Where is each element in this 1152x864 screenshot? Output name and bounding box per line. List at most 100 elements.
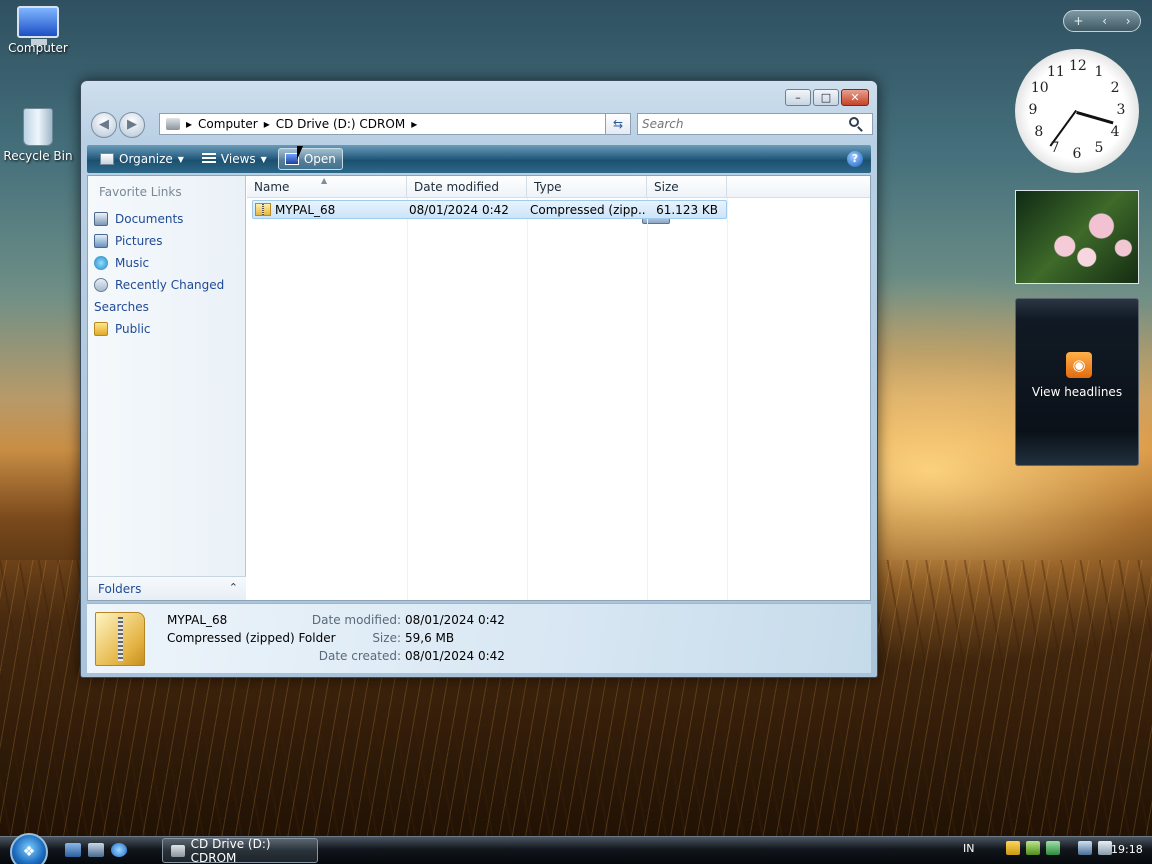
nav-link-documents[interactable]: Documents — [94, 208, 224, 230]
nav-link-label: Searches — [94, 300, 149, 314]
details-pane: MYPAL_68 Compressed (zipped) Folder Date… — [87, 603, 871, 673]
windows-logo-icon: ❖ — [22, 844, 36, 860]
file-list: ▲ Name Date modified Type Size MYPAL_68 0… — [247, 176, 870, 600]
file-type: Compressed (zipp... — [530, 202, 646, 217]
next-page-button[interactable]: › — [1126, 14, 1131, 28]
taskbar-button-label: CD Drive (D:) CDROM — [190, 836, 271, 864]
breadcrumb-cd-drive[interactable]: CD Drive (D:) CDROM — [276, 117, 405, 131]
forward-button[interactable]: ▶ — [119, 112, 145, 138]
help-icon[interactable]: ? — [847, 151, 863, 167]
rss-icon: ◉ — [1066, 352, 1092, 378]
folders-toggle[interactable]: Folders ⌃ — [88, 576, 246, 600]
organize-button[interactable]: Organize ▼ — [93, 148, 191, 170]
desktop-icon-computer[interactable]: Computer — [0, 6, 76, 55]
maximize-button[interactable]: □ — [813, 89, 839, 106]
organize-label: Organize — [119, 152, 173, 166]
tray-app-icon[interactable] — [1046, 841, 1060, 855]
column-header-size[interactable]: Size — [647, 176, 727, 198]
show-desktop-icon[interactable] — [65, 843, 81, 857]
desktop-icon-recycle-bin[interactable]: Recycle Bin — [0, 108, 76, 163]
clock-numeral: 7 — [1050, 140, 1060, 157]
cd-drive-icon — [166, 118, 180, 130]
open-button[interactable]: Open — [277, 148, 343, 170]
zip-folder-icon — [95, 612, 145, 666]
nav-link-public[interactable]: Public — [94, 318, 224, 340]
previous-page-button[interactable]: ‹ — [1102, 14, 1107, 28]
taskbar-button-cd-drive[interactable]: CD Drive (D:) CDROM — [162, 836, 318, 864]
nav-link-label: Music — [115, 256, 150, 270]
security-shield-icon[interactable] — [1006, 841, 1020, 855]
chevron-down-icon: ▼ — [260, 154, 267, 164]
nav-link-label: Documents — [115, 212, 184, 226]
documents-icon — [94, 212, 108, 226]
column-header-date-modified[interactable]: Date modified — [407, 176, 527, 198]
column-header-name[interactable]: ▲ Name — [247, 176, 407, 198]
computer-icon — [17, 6, 59, 45]
views-button[interactable]: Views ▼ — [195, 148, 274, 170]
navigation-pane: Favorite Links Documents Pictures Music … — [88, 176, 670, 600]
breadcrumb-separator: ▸ — [186, 117, 193, 131]
nav-link-recently-changed[interactable]: Recently Changed — [94, 274, 224, 296]
clock-numeral: 1 — [1094, 63, 1104, 80]
switch-windows-icon[interactable] — [88, 843, 104, 857]
folder-icon — [94, 322, 108, 336]
file-date-modified: 08/01/2024 0:42 — [409, 202, 509, 217]
cd-drive-icon — [171, 844, 185, 857]
nav-link-label: Public — [115, 322, 151, 336]
start-button[interactable]: ❖ — [10, 833, 48, 864]
column-header-label: Name — [254, 180, 290, 194]
file-name: MYPAL_68 — [275, 202, 336, 217]
clock-numeral: 10 — [1030, 80, 1049, 96]
chevron-up-icon: ⌃ — [228, 581, 238, 594]
nav-link-music[interactable]: Music — [94, 252, 224, 274]
details-prop-value: 59,6 MB — [405, 631, 455, 645]
address-bar[interactable]: ▸ Computer ▸ CD Drive (D:) CDROM ▸ ▼ — [159, 113, 629, 135]
network-icon[interactable] — [1078, 841, 1092, 855]
clock-numeral: 6 — [1072, 146, 1082, 162]
close-button[interactable]: ✕ — [841, 89, 869, 106]
caption-buttons: – □ ✕ — [785, 89, 869, 106]
breadcrumb: ▸ Computer ▸ CD Drive (D:) CDROM ▸ — [166, 117, 417, 131]
back-button[interactable]: ◀ — [91, 112, 117, 138]
update-icon[interactable] — [1026, 841, 1040, 855]
minimize-button[interactable]: – — [785, 89, 811, 106]
refresh-button[interactable]: ⇆ — [605, 113, 631, 135]
favorite-links-list: Documents Pictures Music Recently Change… — [94, 208, 670, 340]
details-prop-key: Size: — [372, 631, 401, 645]
clock-gadget[interactable]: 12 1 2 3 4 5 6 7 8 9 10 11 — [1015, 49, 1139, 173]
file-size: 61.123 KB — [656, 202, 718, 217]
open-label: Open — [303, 152, 336, 166]
details-prop-value: 08/01/2024 0:42 — [405, 649, 505, 663]
breadcrumb-separator: ▸ — [411, 117, 418, 131]
file-name-cell: MYPAL_68 — [253, 203, 408, 217]
music-icon — [94, 256, 108, 270]
clock-numeral: 2 — [1110, 80, 1120, 96]
column-header-type[interactable]: Type — [527, 176, 647, 198]
views-label: Views — [220, 152, 256, 166]
add-gadget-button[interactable]: + — [1073, 14, 1083, 28]
internet-explorer-icon[interactable] — [111, 843, 127, 857]
details-date-created: Date created: 08/01/2024 0:42 — [271, 649, 505, 663]
clock-numeral: 3 — [1116, 102, 1126, 118]
nav-link-searches[interactable]: Searches — [94, 210, 670, 318]
slideshow-gadget[interactable] — [1015, 190, 1139, 284]
column-divider — [647, 198, 648, 600]
language-indicator[interactable]: IN — [963, 842, 974, 855]
pictures-icon — [94, 234, 108, 248]
search-input[interactable] — [637, 113, 873, 135]
volume-muted-icon[interactable] — [1098, 841, 1112, 855]
breadcrumb-computer[interactable]: Computer — [198, 117, 258, 131]
clock-numeral: 4 — [1110, 124, 1120, 140]
column-divider — [407, 198, 408, 600]
details-date-modified: Date modified: 08/01/2024 0:42 — [271, 613, 505, 627]
search-icon[interactable] — [849, 117, 859, 127]
details-prop-key: Date created: — [318, 649, 401, 663]
nav-link-pictures[interactable]: Pictures — [94, 230, 224, 252]
details-prop-key: Date modified: — [311, 613, 401, 627]
column-header-label: Date modified — [414, 180, 500, 194]
column-header-label: Size — [654, 180, 679, 194]
feed-headlines-gadget[interactable]: ◉ View headlines — [1015, 298, 1139, 466]
taskbar-clock[interactable]: 19:18 — [1111, 843, 1143, 856]
file-row[interactable]: MYPAL_68 08/01/2024 0:42 Compressed (zip… — [252, 200, 727, 219]
address-row: ◀ ▶ ▸ Computer ▸ CD Drive (D:) CDROM ▸ ▼… — [89, 111, 873, 138]
